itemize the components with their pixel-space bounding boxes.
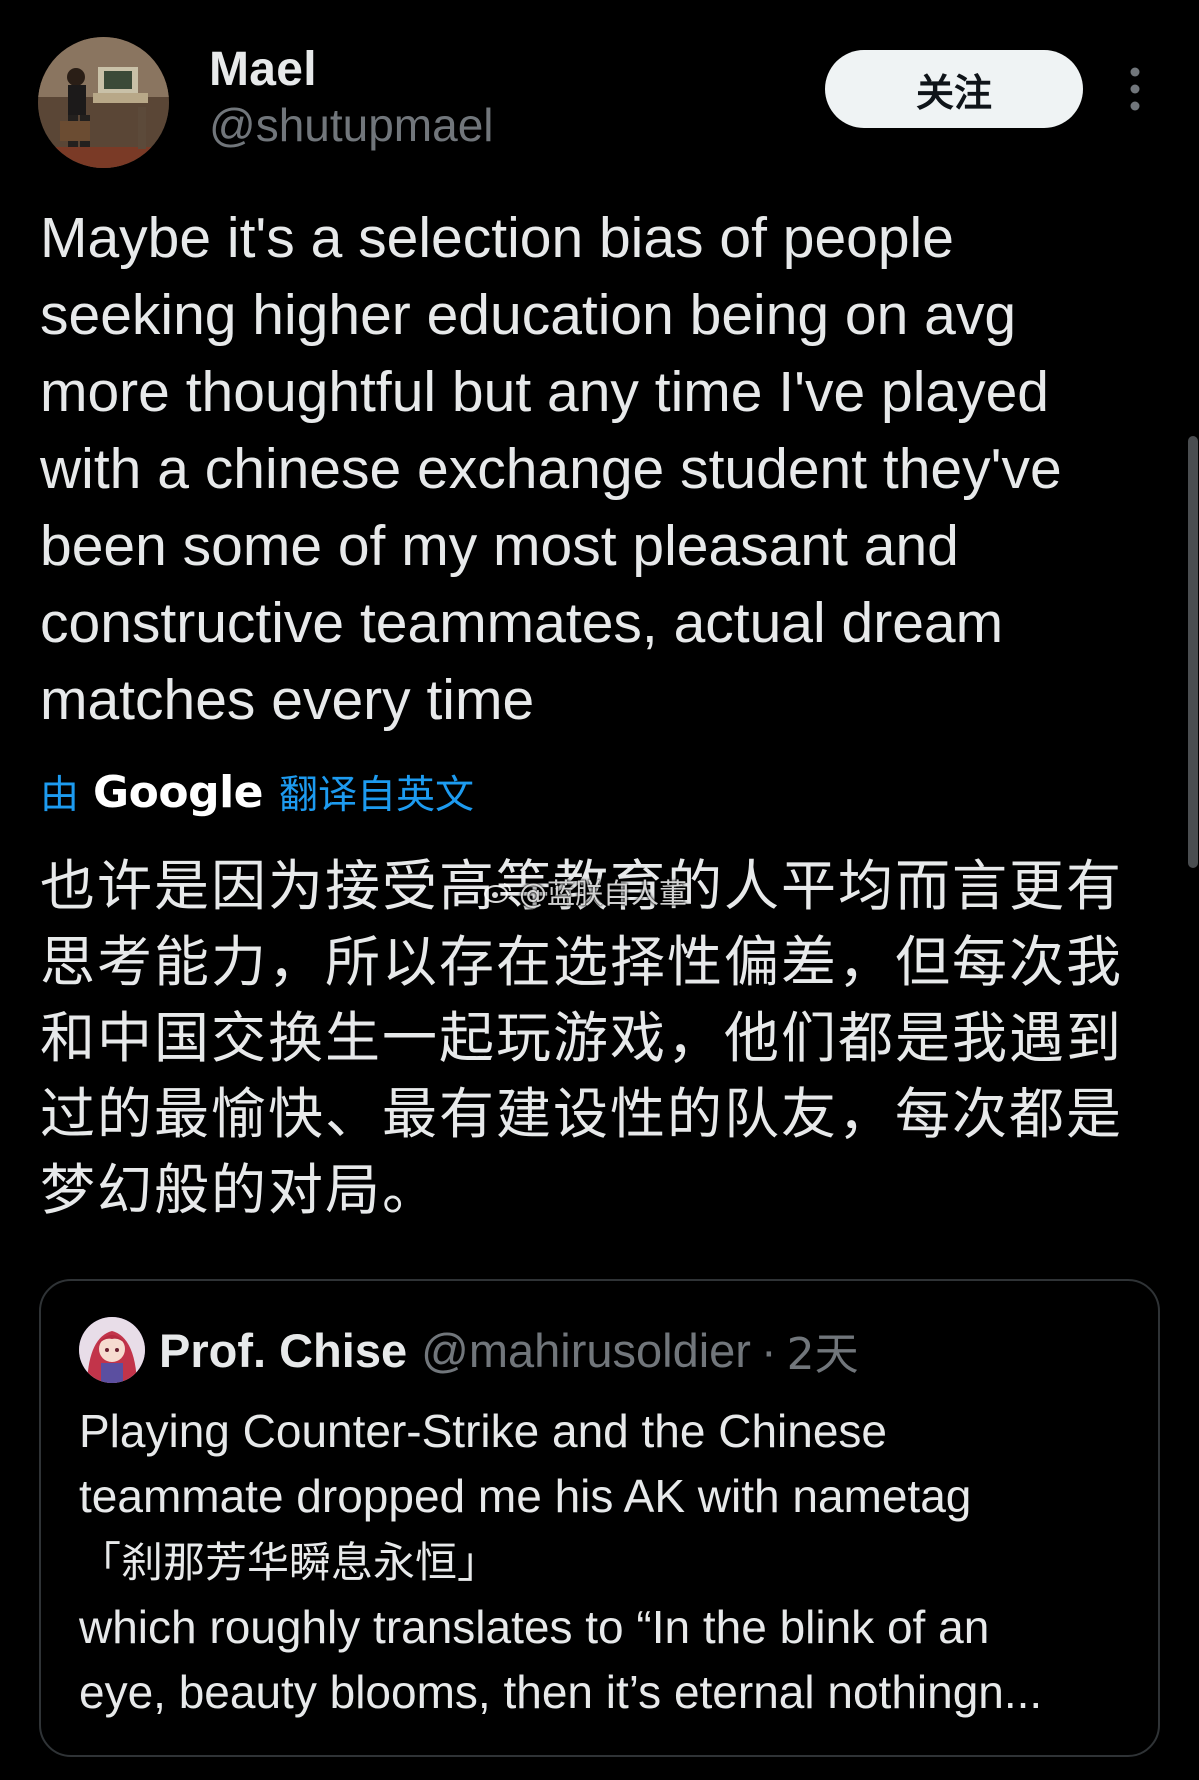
scrollbar-track[interactable] (1186, 0, 1199, 1780)
quote-timestamp: 2天 (786, 1329, 859, 1380)
weibo-logo-icon (484, 883, 511, 903)
avatar-photo (38, 37, 169, 168)
quote-text-line1: Playing Counter-Strike and the Chinese t… (79, 1405, 972, 1522)
watermark-text: @蓝朕自人董 (519, 877, 688, 910)
follow-button[interactable]: 关注 (825, 50, 1083, 128)
more-vertical-icon (1130, 67, 1140, 111)
author-avatar[interactable] (38, 37, 169, 168)
quoted-tweet[interactable]: Prof. Chise @mahirusoldier · 2天 Playing … (39, 1279, 1160, 1757)
scrollbar-thumb[interactable] (1188, 436, 1198, 868)
watermark: @蓝朕自人董 (483, 872, 687, 912)
quote-avatar-image (79, 1317, 145, 1383)
more-options-button[interactable] (1118, 64, 1152, 114)
quote-text: Playing Counter-Strike and the Chinese t… (79, 1399, 1139, 1725)
quote-header: Prof. Chise @mahirusoldier · 2天 (159, 1319, 859, 1381)
translate-by-label: 由 (40, 773, 80, 818)
translation-attribution: 由 Google 翻译自英文 (40, 762, 474, 822)
google-logo: Google (93, 766, 264, 818)
quote-author-name[interactable]: Prof. Chise (159, 1323, 407, 1378)
quote-author-avatar[interactable] (79, 1317, 145, 1383)
translated-from-english-link[interactable]: 翻译自英文 (279, 764, 474, 820)
quote-author-handle[interactable]: @mahirusoldier (421, 1323, 751, 1378)
quote-text-nametag: 「刹那芳华瞬息永恒」 (79, 1538, 500, 1587)
author-name[interactable]: Mael (209, 42, 317, 97)
tweet-detail: Mael @shutupmael 关注 Maybe it's a selecti… (0, 0, 1199, 1780)
tweet-text: Maybe it's a selection bias of people se… (40, 206, 1062, 732)
author-handle[interactable]: @shutupmael (209, 98, 494, 152)
quote-separator: · (760, 1323, 777, 1377)
quote-text-line3: which roughly translates to “In the blin… (79, 1601, 1043, 1718)
